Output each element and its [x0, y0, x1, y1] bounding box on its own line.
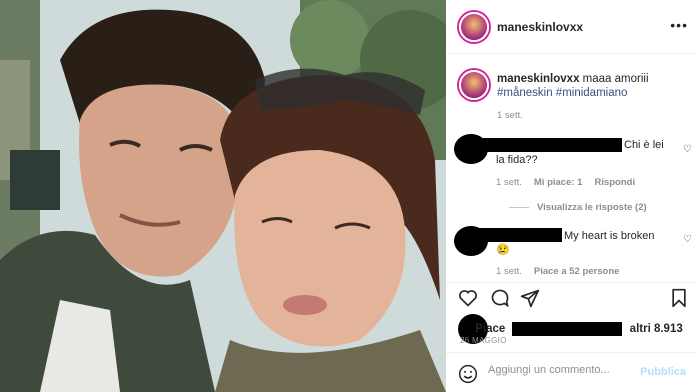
replies-line	[509, 207, 529, 208]
post-actions	[458, 288, 690, 310]
comment-text-part1: Chi è lei	[624, 139, 664, 151]
author-username[interactable]: maneskinlovxx	[497, 20, 583, 34]
post-header: maneskinlovxx •••	[446, 0, 696, 54]
author-avatar[interactable]	[459, 12, 489, 42]
share-send-icon[interactable]	[520, 288, 540, 308]
commenter-username-redacted	[474, 228, 562, 242]
add-comment-bar: Pubblica	[446, 352, 696, 392]
comment-emoji: 😢	[496, 244, 510, 256]
comment-time: 1 sett.	[496, 266, 522, 277]
publish-button[interactable]: Pubblica	[640, 366, 686, 378]
comment-meta: 1 sett. Mi piace: 1 Rispondi	[496, 177, 635, 188]
actions-divider	[446, 282, 696, 283]
comment-meta: 1 sett. Piace a 52 persone	[496, 266, 619, 277]
comment-item: My heart is broken 😢 ♡ 1 sett. Piace a 52…	[454, 226, 692, 282]
comment-text-part2: la fida??	[496, 154, 538, 166]
more-options-icon[interactable]: •••	[670, 17, 688, 33]
caption-hashtags[interactable]: #måneskin #minidamiano	[497, 87, 627, 99]
post-date: 26 MAGGIO	[460, 336, 507, 345]
comment-input[interactable]	[488, 364, 638, 376]
comment-like-icon[interactable]: ♡	[683, 234, 692, 245]
commenter-username-redacted	[474, 138, 622, 152]
post-photo[interactable]	[0, 0, 446, 392]
post-side-panel: maneskinlovxx ••• maneskinlovxx maaa amo…	[446, 0, 696, 392]
comment-likes[interactable]: Mi piace: 1	[534, 177, 583, 188]
like-heart-icon[interactable]	[458, 288, 478, 308]
comment-text: My heart is broken	[564, 230, 655, 242]
save-bookmark-icon[interactable]	[670, 288, 688, 308]
comment-bubble-icon[interactable]	[490, 288, 510, 308]
view-replies-label[interactable]: Visualizza le risposte (2)	[537, 202, 647, 213]
likes-count[interactable]: altri 8.913	[630, 323, 683, 335]
caption-time: 1 sett.	[497, 110, 523, 121]
comment-likes[interactable]: Piace a 52 persone	[534, 266, 620, 277]
liker-username-redacted	[512, 322, 623, 336]
caption-text-block: maneskinlovxx maaa amoriii #måneskin #mi…	[497, 72, 692, 100]
comment-like-icon[interactable]: ♡	[683, 144, 692, 155]
view-replies[interactable]: Visualizza le risposte (2)	[509, 202, 647, 213]
caption-username[interactable]: maneskinlovxx	[497, 73, 579, 85]
emoji-smile-icon[interactable]	[458, 364, 478, 384]
photo-illustration	[0, 0, 446, 392]
reply-link[interactable]: Rispondi	[594, 177, 635, 188]
likes-prefix: Piace	[475, 323, 506, 336]
comment-item: Chi è lei la fida?? ♡ 1 sett. Mi piace: 1…	[454, 134, 692, 214]
caption-avatar[interactable]	[459, 70, 489, 100]
caption-text: maaa amoriii	[582, 73, 649, 85]
comment-time: 1 sett.	[496, 177, 522, 188]
